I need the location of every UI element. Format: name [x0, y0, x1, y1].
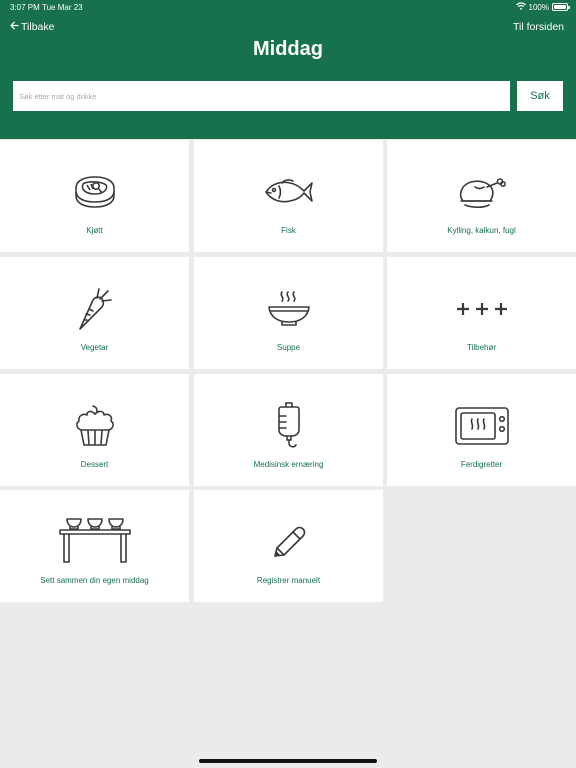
tile-label: Suppe [276, 343, 301, 352]
tile-ferdigretter[interactable]: Ferdigretter [387, 374, 576, 486]
tile-label: Kjøtt [86, 226, 103, 235]
chicken-icon [457, 170, 507, 214]
tile-vegetar[interactable]: Vegetar [0, 257, 189, 369]
arrow-left-icon [10, 21, 19, 33]
back-button[interactable]: Tilbake [10, 19, 54, 35]
pencil-icon [264, 520, 314, 564]
status-time: 3:07 PM [10, 3, 40, 12]
battery-percent: 100% [528, 2, 549, 12]
tile-label: Registrer manuelt [256, 576, 321, 585]
table-bowls-icon [55, 516, 135, 564]
fish-icon [264, 170, 314, 214]
tile-medisinsk[interactable]: Medisinsk ernæring [194, 374, 383, 486]
tile-suppe[interactable]: Suppe [194, 257, 383, 369]
steak-icon [70, 170, 120, 214]
plus-signs-icon [456, 287, 507, 331]
battery-fill [554, 5, 566, 9]
tile-label: Medisinsk ernæring [253, 460, 324, 469]
carrot-icon [70, 287, 120, 331]
status-date: Tue Mar 23 [42, 3, 83, 12]
tile-tilbehor[interactable]: Tilbehør [387, 257, 576, 369]
search-input[interactable] [13, 81, 510, 111]
header: 3:07 PM Tue Mar 23 100% Tilbake Til fors… [0, 0, 576, 139]
search-button[interactable]: Søk [517, 81, 563, 111]
soup-bowl-icon [264, 287, 314, 331]
home-button[interactable]: Til forsiden [513, 19, 564, 35]
tile-label: Vegetar [80, 343, 109, 352]
battery-icon [552, 3, 570, 11]
back-label: Tilbake [21, 21, 55, 33]
status-right: 100% [515, 2, 570, 12]
iv-bag-icon [264, 402, 314, 448]
tile-label: Sett sammen din egen middag [40, 576, 149, 585]
tile-dessert[interactable]: Dessert [0, 374, 189, 486]
home-indicator[interactable] [199, 759, 377, 763]
tile-label: Fisk [281, 226, 296, 235]
tile-label: Ferdigretter [460, 460, 503, 469]
status-bar: 3:07 PM Tue Mar 23 100% [0, 0, 576, 14]
tile-sett-sammen[interactable]: Sett sammen din egen middag [0, 490, 189, 602]
tile-kylling[interactable]: Kylling, kalkun, fugl [387, 140, 576, 252]
tile-label: Kylling, kalkun, fugl [447, 226, 516, 235]
page-title: Middag [253, 38, 323, 60]
microwave-icon [454, 404, 509, 448]
tile-label: Dessert [80, 460, 109, 469]
tile-kjott[interactable]: Kjøtt [0, 140, 189, 252]
wifi-icon [515, 2, 526, 12]
tile-fisk[interactable]: Fisk [194, 140, 383, 252]
tile-label: Tilbehør [466, 343, 497, 352]
cupcake-icon [70, 404, 120, 448]
tile-registrer[interactable]: Registrer manuelt [194, 490, 383, 602]
